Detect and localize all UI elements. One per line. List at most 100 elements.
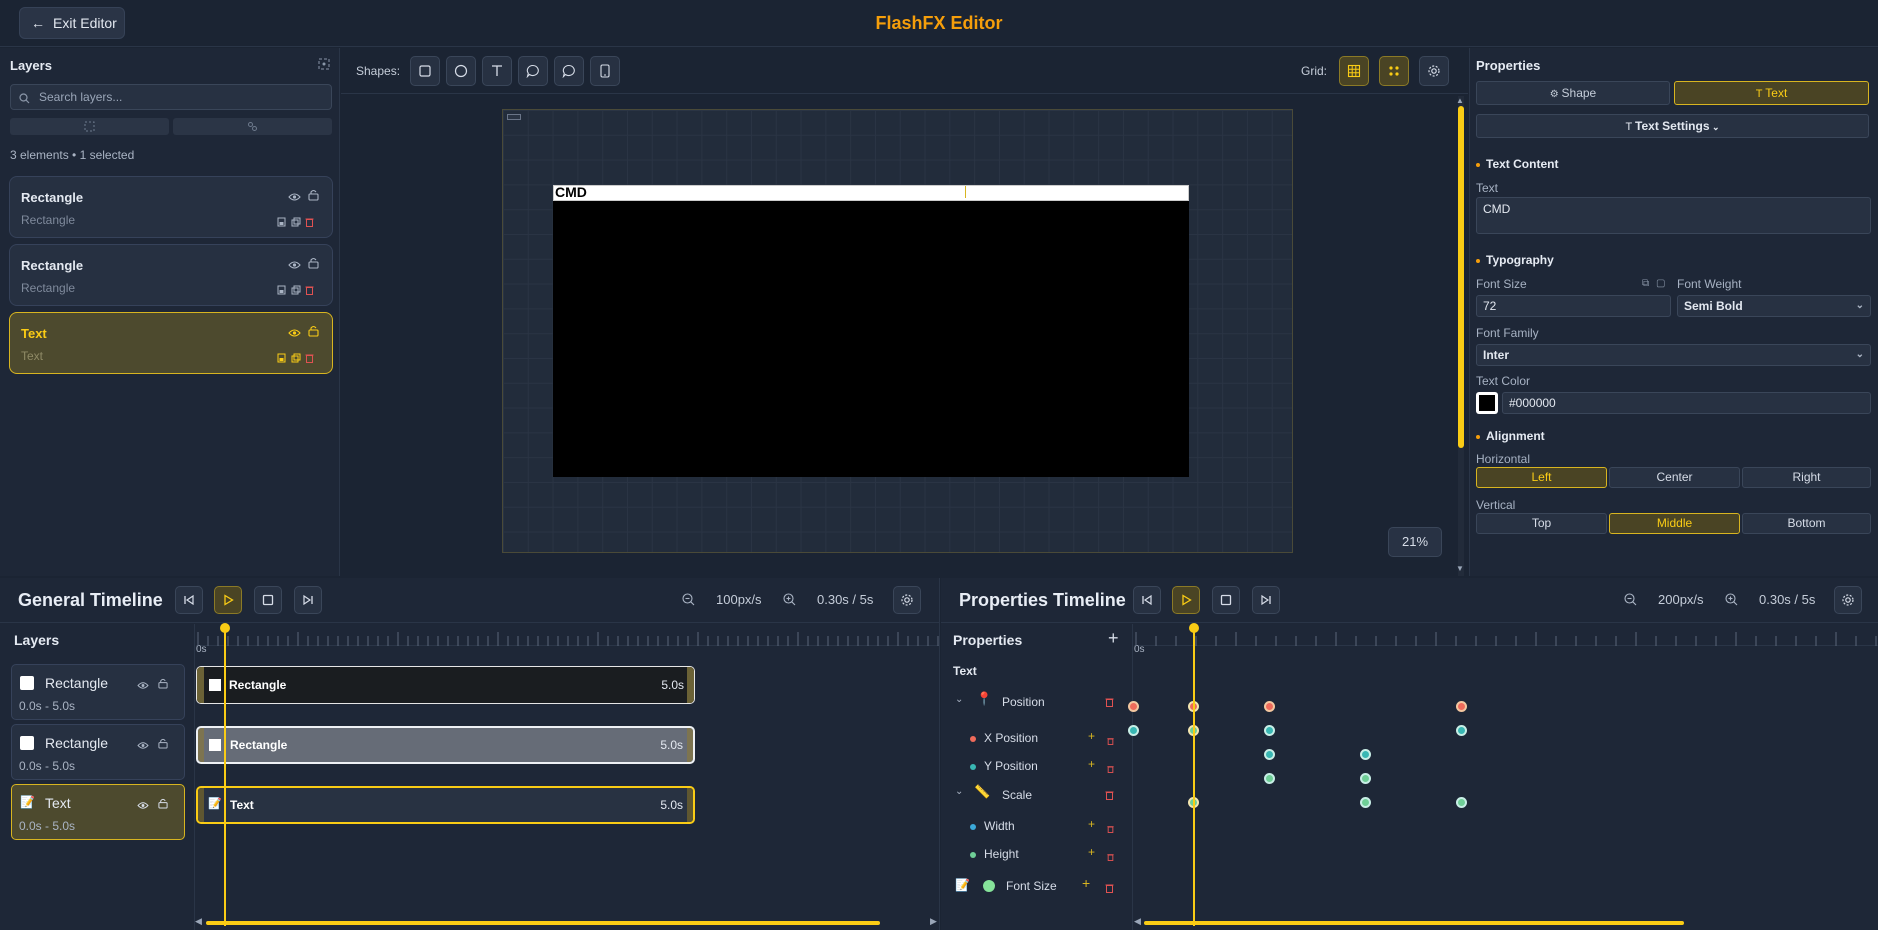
canvas-stage[interactable]: CMD: [502, 109, 1293, 553]
text-color-swatch[interactable]: [1476, 392, 1498, 414]
align-middle-button[interactable]: Middle: [1609, 513, 1740, 534]
properties-h-scrollbar[interactable]: [1144, 921, 1684, 925]
timeline-layer-text[interactable]: 📝 Text 0.0s - 5.0s: [11, 784, 185, 840]
add-keyframe-button[interactable]: +: [1088, 757, 1095, 771]
properties-playhead-knob[interactable]: [1189, 623, 1199, 633]
eye-icon[interactable]: [288, 257, 301, 275]
keyframe-y-position[interactable]: [1360, 749, 1371, 760]
add-keyframe-button[interactable]: +: [1082, 875, 1090, 891]
font-weight-select[interactable]: Semi Bold ⌄: [1677, 295, 1871, 317]
trash-icon[interactable]: [1107, 848, 1114, 866]
trash-icon[interactable]: [1105, 880, 1114, 898]
timeline-layer-rectangle-1[interactable]: Rectangle 0.0s - 5.0s: [11, 664, 185, 720]
trash-icon[interactable]: [1107, 820, 1114, 838]
general-timeline-settings-button[interactable]: [893, 586, 921, 614]
copy-icon[interactable]: ⧉: [1642, 278, 1649, 289]
track-handle-end[interactable]: [687, 788, 693, 822]
keyframe-x-position[interactable]: [1128, 725, 1139, 736]
link-layers-button[interactable]: [173, 118, 332, 135]
phone-tool-button[interactable]: [590, 56, 620, 86]
unlock-icon[interactable]: [308, 256, 319, 274]
paste-icon[interactable]: ▢: [1656, 278, 1665, 289]
align-bottom-button[interactable]: Bottom: [1742, 513, 1871, 534]
grid-lines-toggle[interactable]: [1339, 56, 1369, 86]
play-button[interactable]: [214, 586, 242, 614]
unlock-icon[interactable]: [158, 736, 168, 754]
keyframe-scale[interactable]: [1360, 773, 1371, 784]
unlock-icon[interactable]: [158, 796, 168, 814]
track-rectangle-2[interactable]: Rectangle 5.0s: [196, 726, 695, 764]
layer-card-text[interactable]: Text Text: [9, 312, 333, 374]
track-text[interactable]: 📝 Text 5.0s: [196, 786, 695, 824]
keyframe-position[interactable]: [1264, 701, 1275, 712]
save-icon[interactable]: [277, 282, 286, 300]
chevron-down-icon[interactable]: ⌄: [955, 786, 963, 797]
text-settings-dropdown[interactable]: T Text Settings ⌄: [1476, 114, 1869, 138]
eye-icon[interactable]: [288, 325, 301, 343]
trash-icon[interactable]: [305, 350, 314, 368]
trash-icon[interactable]: [305, 282, 314, 300]
rectangle-element-white[interactable]: [553, 185, 1189, 201]
track-handle-start[interactable]: [197, 667, 204, 703]
add-keyframe-button[interactable]: +: [1088, 817, 1095, 831]
trash-icon[interactable]: [1105, 694, 1114, 712]
keyframe-width[interactable]: [1456, 797, 1467, 808]
trash-icon[interactable]: [305, 214, 314, 232]
stop-button[interactable]: [1212, 586, 1240, 614]
keyframe-scale[interactable]: [1264, 773, 1275, 784]
layer-card-rectangle-1[interactable]: Rectangle Rectangle: [9, 176, 333, 238]
circle-tool-button[interactable]: [446, 56, 476, 86]
add-keyframe-button[interactable]: +: [1088, 729, 1095, 743]
keyframe-position[interactable]: [1456, 701, 1467, 712]
text-tool-button[interactable]: [482, 56, 512, 86]
duplicate-icon[interactable]: [291, 214, 301, 232]
zoom-in-icon[interactable]: [1725, 593, 1738, 611]
rectangle-tool-button[interactable]: [410, 56, 440, 86]
general-playhead-knob[interactable]: [220, 623, 230, 633]
group-select-button[interactable]: [10, 118, 169, 135]
chat-bubble-tool-button[interactable]: [554, 56, 584, 86]
scroll-down-icon[interactable]: ▼: [1456, 564, 1464, 573]
scroll-right-icon[interactable]: ▶: [930, 916, 937, 927]
skip-back-button[interactable]: [1133, 586, 1161, 614]
rectangle-element-black[interactable]: [553, 185, 1189, 477]
play-button[interactable]: [1172, 586, 1200, 614]
keyframe-width[interactable]: [1360, 797, 1371, 808]
font-size-input[interactable]: 72: [1476, 295, 1671, 317]
scroll-left-icon[interactable]: ◀: [195, 916, 202, 927]
eye-icon[interactable]: [137, 737, 149, 755]
eye-icon[interactable]: [137, 677, 149, 695]
text-color-input[interactable]: #000000: [1502, 392, 1871, 414]
layer-search-input[interactable]: Search layers...: [10, 84, 332, 110]
unlock-icon[interactable]: [308, 324, 319, 342]
general-h-scrollbar[interactable]: [206, 921, 880, 925]
add-keyframe-button[interactable]: +: [1088, 845, 1095, 859]
save-icon[interactable]: [277, 214, 286, 232]
properties-playhead[interactable]: [1193, 630, 1195, 926]
skip-forward-button[interactable]: [1252, 586, 1280, 614]
layer-card-rectangle-2[interactable]: Rectangle Rectangle: [9, 244, 333, 306]
duplicate-icon[interactable]: [291, 282, 301, 300]
zoom-out-icon[interactable]: [1624, 593, 1637, 611]
properties-timeline-settings-button[interactable]: [1834, 586, 1862, 614]
font-family-select[interactable]: Inter ⌄: [1476, 344, 1871, 366]
align-right-button[interactable]: Right: [1742, 467, 1871, 488]
tab-shape[interactable]: ⚙ Shape: [1476, 81, 1670, 105]
zoom-in-icon[interactable]: [783, 593, 796, 611]
trash-icon[interactable]: [1107, 760, 1114, 778]
align-center-button[interactable]: Center: [1609, 467, 1740, 488]
timeline-layer-rectangle-2[interactable]: Rectangle 0.0s - 5.0s: [11, 724, 185, 780]
skip-forward-button[interactable]: [294, 586, 322, 614]
chevron-down-icon[interactable]: ⌄: [955, 694, 963, 705]
track-handle-start[interactable]: [198, 788, 204, 822]
grid-settings-button[interactable]: [1419, 56, 1449, 86]
keyframe-position[interactable]: [1128, 701, 1139, 712]
text-element[interactable]: CMD: [555, 184, 587, 200]
track-handle-start[interactable]: [198, 728, 204, 762]
focus-icon[interactable]: [318, 57, 330, 70]
scroll-up-icon[interactable]: ▲: [1456, 96, 1464, 105]
text-content-textarea[interactable]: CMD: [1476, 197, 1871, 234]
align-left-button[interactable]: Left: [1476, 467, 1607, 488]
eye-icon[interactable]: [288, 189, 301, 207]
eye-icon[interactable]: [137, 797, 149, 815]
